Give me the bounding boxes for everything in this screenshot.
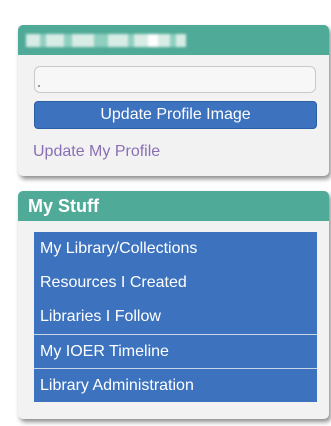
profile-image-file-input[interactable] (34, 66, 316, 93)
page: Update Profile Image Update My Profile M… (0, 0, 331, 426)
my-stuff-panel: My Stuff My Library/Collections Resource… (18, 191, 329, 419)
redacted-username (26, 25, 186, 55)
my-stuff-title: My Stuff (18, 191, 329, 221)
my-stuff-item-library-collections[interactable]: My Library/Collections (34, 232, 317, 266)
update-profile-image-button[interactable]: Update Profile Image (34, 101, 317, 129)
my-stuff-item-library-administration[interactable]: Library Administration (34, 368, 317, 402)
my-stuff-list: My Library/Collections Resources I Creat… (34, 232, 317, 402)
profile-header (18, 25, 329, 55)
update-my-profile-link[interactable]: Update My Profile (33, 143, 160, 161)
input-caret (38, 85, 40, 87)
my-stuff-item-resources-created[interactable]: Resources I Created (34, 266, 317, 300)
profile-panel: Update Profile Image Update My Profile (18, 25, 329, 176)
my-stuff-item-libraries-follow[interactable]: Libraries I Follow (34, 300, 317, 334)
my-stuff-item-ioer-timeline[interactable]: My IOER Timeline (34, 334, 317, 368)
